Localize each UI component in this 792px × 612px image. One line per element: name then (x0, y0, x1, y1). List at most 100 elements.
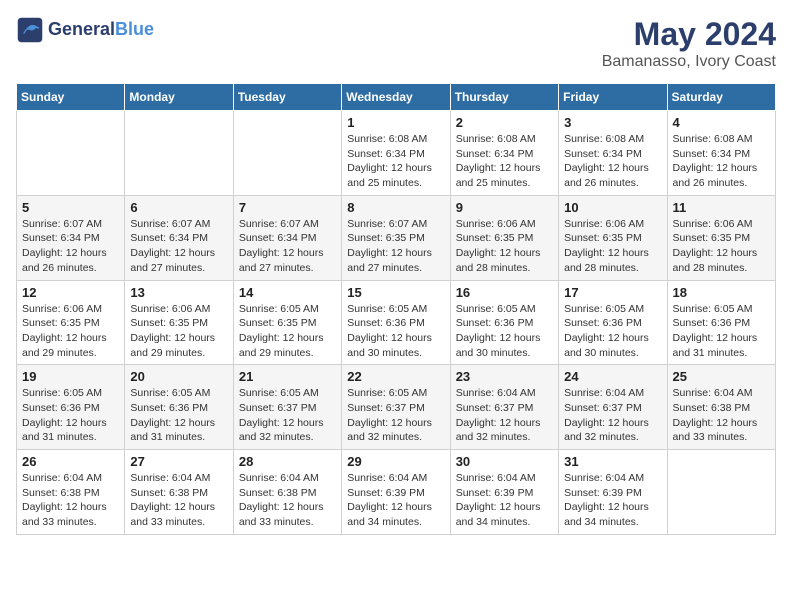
calendar-cell: 3 Sunrise: 6:08 AM Sunset: 6:34 PM Daylig… (559, 111, 667, 196)
calendar-cell: 16 Sunrise: 6:05 AM Sunset: 6:36 PM Dayli… (450, 280, 558, 365)
day-number: 20 (130, 369, 227, 384)
day-number: 23 (456, 369, 553, 384)
logo-icon (16, 16, 44, 44)
day-info: Sunrise: 6:04 AM Sunset: 6:37 PM Dayligh… (564, 386, 661, 445)
calendar-cell: 6 Sunrise: 6:07 AM Sunset: 6:34 PM Daylig… (125, 195, 233, 280)
day-number: 1 (347, 115, 444, 130)
day-number: 26 (22, 454, 119, 469)
day-info: Sunrise: 6:05 AM Sunset: 6:36 PM Dayligh… (673, 302, 770, 361)
day-number: 4 (673, 115, 770, 130)
weekday-header-sunday: Sunday (17, 84, 125, 111)
calendar-cell: 11 Sunrise: 6:06 AM Sunset: 6:35 PM Dayli… (667, 195, 775, 280)
calendar-cell: 15Sunrise: 6:05 AM Sunset: 6:36 PM Dayli… (342, 280, 450, 365)
calendar-week-2: 5 Sunrise: 6:07 AM Sunset: 6:34 PM Daylig… (17, 195, 776, 280)
weekday-header-wednesday: Wednesday (342, 84, 450, 111)
calendar-cell: 8 Sunrise: 6:07 AM Sunset: 6:35 PM Daylig… (342, 195, 450, 280)
day-number: 22 (347, 369, 444, 384)
calendar-cell: 20 Sunrise: 6:05 AM Sunset: 6:36 PM Dayli… (125, 365, 233, 450)
calendar-cell: 23 Sunrise: 6:04 AM Sunset: 6:37 PM Dayli… (450, 365, 558, 450)
weekday-header-saturday: Saturday (667, 84, 775, 111)
day-number: 10 (564, 200, 661, 215)
day-number: 12 (22, 285, 119, 300)
calendar-cell: 13Sunrise: 6:06 AM Sunset: 6:35 PM Dayli… (125, 280, 233, 365)
calendar-cell (125, 111, 233, 196)
day-info: Sunrise: 6:05 AM Sunset: 6:36 PM Dayligh… (456, 302, 553, 361)
calendar-cell: 21Sunrise: 6:05 AM Sunset: 6:37 PM Dayli… (233, 365, 341, 450)
day-info: Sunrise: 6:05 AM Sunset: 6:36 PM Dayligh… (130, 386, 227, 445)
day-info: Sunrise: 6:05 AM Sunset: 6:36 PM Dayligh… (22, 386, 119, 445)
day-info: Sunrise: 6:07 AM Sunset: 6:35 PM Dayligh… (347, 217, 444, 276)
day-info: Sunrise: 6:08 AM Sunset: 6:34 PM Dayligh… (456, 132, 553, 191)
day-number: 17 (564, 285, 661, 300)
day-info: Sunrise: 6:07 AM Sunset: 6:34 PM Dayligh… (130, 217, 227, 276)
calendar-cell: 12 Sunrise: 6:06 AM Sunset: 6:35 PM Dayli… (17, 280, 125, 365)
weekday-header-friday: Friday (559, 84, 667, 111)
day-info: Sunrise: 6:07 AM Sunset: 6:34 PM Dayligh… (22, 217, 119, 276)
calendar-cell: 29Sunrise: 6:04 AM Sunset: 6:39 PM Dayli… (342, 450, 450, 535)
day-number: 21 (239, 369, 336, 384)
title-block: May 2024 Bamanasso, Ivory Coast (602, 16, 776, 71)
day-number: 24 (564, 369, 661, 384)
day-number: 5 (22, 200, 119, 215)
day-info: Sunrise: 6:05 AM Sunset: 6:36 PM Dayligh… (564, 302, 661, 361)
calendar-cell (233, 111, 341, 196)
day-number: 6 (130, 200, 227, 215)
day-number: 29 (347, 454, 444, 469)
calendar-cell: 7Sunrise: 6:07 AM Sunset: 6:34 PM Daylig… (233, 195, 341, 280)
day-number: 19 (22, 369, 119, 384)
day-info: Sunrise: 6:04 AM Sunset: 6:38 PM Dayligh… (22, 471, 119, 530)
day-number: 18 (673, 285, 770, 300)
calendar-cell: 1Sunrise: 6:08 AM Sunset: 6:34 PM Daylig… (342, 111, 450, 196)
day-info: Sunrise: 6:04 AM Sunset: 6:37 PM Dayligh… (456, 386, 553, 445)
day-info: Sunrise: 6:08 AM Sunset: 6:34 PM Dayligh… (673, 132, 770, 191)
calendar-cell: 27Sunrise: 6:04 AM Sunset: 6:38 PM Dayli… (125, 450, 233, 535)
day-info: Sunrise: 6:06 AM Sunset: 6:35 PM Dayligh… (564, 217, 661, 276)
calendar-cell: 18 Sunrise: 6:05 AM Sunset: 6:36 PM Dayli… (667, 280, 775, 365)
day-number: 13 (130, 285, 227, 300)
day-number: 3 (564, 115, 661, 130)
calendar-cell (17, 111, 125, 196)
calendar-cell (667, 450, 775, 535)
calendar-cell: 25 Sunrise: 6:04 AM Sunset: 6:38 PM Dayli… (667, 365, 775, 450)
logo-text: GeneralBlue (48, 20, 154, 40)
logo: GeneralBlue (16, 16, 154, 44)
page-title: May 2024 (602, 16, 776, 53)
day-info: Sunrise: 6:05 AM Sunset: 6:37 PM Dayligh… (347, 386, 444, 445)
calendar-cell: 19 Sunrise: 6:05 AM Sunset: 6:36 PM Dayli… (17, 365, 125, 450)
calendar-cell: 30 Sunrise: 6:04 AM Sunset: 6:39 PM Dayli… (450, 450, 558, 535)
calendar-cell: 28Sunrise: 6:04 AM Sunset: 6:38 PM Dayli… (233, 450, 341, 535)
day-info: Sunrise: 6:05 AM Sunset: 6:36 PM Dayligh… (347, 302, 444, 361)
calendar-cell: 9Sunrise: 6:06 AM Sunset: 6:35 PM Daylig… (450, 195, 558, 280)
calendar-cell: 2 Sunrise: 6:08 AM Sunset: 6:34 PM Daylig… (450, 111, 558, 196)
day-number: 31 (564, 454, 661, 469)
weekday-header-tuesday: Tuesday (233, 84, 341, 111)
day-info: Sunrise: 6:04 AM Sunset: 6:39 PM Dayligh… (456, 471, 553, 530)
day-number: 16 (456, 285, 553, 300)
calendar-cell: 10 Sunrise: 6:06 AM Sunset: 6:35 PM Dayli… (559, 195, 667, 280)
weekday-header-thursday: Thursday (450, 84, 558, 111)
day-number: 11 (673, 200, 770, 215)
calendar-cell: 14 Sunrise: 6:05 AM Sunset: 6:35 PM Dayli… (233, 280, 341, 365)
day-number: 8 (347, 200, 444, 215)
calendar-cell: 4 Sunrise: 6:08 AM Sunset: 6:34 PM Daylig… (667, 111, 775, 196)
day-info: Sunrise: 6:08 AM Sunset: 6:34 PM Dayligh… (564, 132, 661, 191)
day-info: Sunrise: 6:05 AM Sunset: 6:35 PM Dayligh… (239, 302, 336, 361)
day-info: Sunrise: 6:04 AM Sunset: 6:38 PM Dayligh… (673, 386, 770, 445)
day-number: 25 (673, 369, 770, 384)
weekday-header-monday: Monday (125, 84, 233, 111)
calendar-cell: 26 Sunrise: 6:04 AM Sunset: 6:38 PM Dayli… (17, 450, 125, 535)
day-number: 2 (456, 115, 553, 130)
day-number: 30 (456, 454, 553, 469)
calendar-week-3: 12 Sunrise: 6:06 AM Sunset: 6:35 PM Dayli… (17, 280, 776, 365)
calendar-cell: 22 Sunrise: 6:05 AM Sunset: 6:37 PM Dayli… (342, 365, 450, 450)
weekday-header-row: SundayMondayTuesdayWednesdayThursdayFrid… (17, 84, 776, 111)
day-info: Sunrise: 6:06 AM Sunset: 6:35 PM Dayligh… (22, 302, 119, 361)
day-number: 14 (239, 285, 336, 300)
day-info: Sunrise: 6:06 AM Sunset: 6:35 PM Dayligh… (456, 217, 553, 276)
day-info: Sunrise: 6:04 AM Sunset: 6:39 PM Dayligh… (564, 471, 661, 530)
day-info: Sunrise: 6:06 AM Sunset: 6:35 PM Dayligh… (673, 217, 770, 276)
calendar-cell: 5 Sunrise: 6:07 AM Sunset: 6:34 PM Daylig… (17, 195, 125, 280)
calendar-week-5: 26 Sunrise: 6:04 AM Sunset: 6:38 PM Dayli… (17, 450, 776, 535)
calendar-week-4: 19 Sunrise: 6:05 AM Sunset: 6:36 PM Dayli… (17, 365, 776, 450)
calendar-header: SundayMondayTuesdayWednesdayThursdayFrid… (17, 84, 776, 111)
